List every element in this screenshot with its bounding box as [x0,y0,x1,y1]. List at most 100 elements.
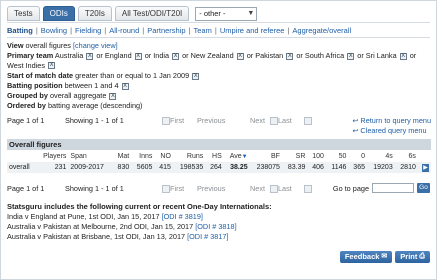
tab-all[interactable]: All Test/ODI/T20I [114,6,190,21]
list-item: India v England at Pune, 1st ODI, Jan 15… [7,212,203,221]
nav-team[interactable]: Team [194,26,212,35]
col-header[interactable]: Runs [173,151,205,162]
list-item: Australia v Pakistan at Melbourne, 2nd O… [7,222,237,231]
goto-label: Go to page [332,183,369,193]
col-header[interactable]: 4s [367,151,395,162]
statsguru-title: Statsguru includes the following current… [7,202,272,211]
next-page-button[interactable]: Next [250,184,265,193]
chevron-down-icon: ▼ [247,10,255,17]
other-select-value: - other - [199,9,226,18]
arrow-left-icon: ↩ [352,118,359,125]
remove-icon[interactable]: X [86,52,94,60]
query-start-date: Start of match date greater than or equa… [7,71,200,80]
query-ordered-by: Ordered by batting average (descending) [7,101,143,110]
col-header-sorted[interactable]: Ave▼ [224,151,250,162]
query-grouped-by: Grouped by overall aggregate X [7,91,117,100]
return-query-menu-link[interactable]: ↩ Return to query menu [353,116,431,126]
next-page-button[interactable]: Next [250,116,265,125]
odi-link[interactable]: [ODI # 3818] [195,222,236,231]
last-page-button[interactable]: Last [270,184,292,194]
previous-page-button[interactable]: Previous [197,184,225,193]
cleared-query-menu-link[interactable]: ↩ Cleared query menu [353,126,431,136]
table-cell[interactable]: ▶ [417,162,431,173]
print-button[interactable]: Print ⎙ [395,251,430,263]
nav-fielding[interactable]: Fielding [75,26,101,35]
table-cell: 365 [348,162,367,173]
stats-table: Players Span Mat Inns NO Runs HS Ave▼ BF… [7,151,431,173]
table-cell: 83.39 [281,162,308,173]
bottom-actions: Feedback ✉ Print ⎙ [339,251,430,263]
goto-page: Go to page Go [333,183,430,193]
col-header[interactable]: 6s [395,151,418,162]
first-page-button[interactable]: First [162,116,184,126]
remove-icon[interactable]: X [236,52,244,60]
table-cell: 2810 [394,162,418,173]
col-header[interactable]: Inns [131,151,154,162]
query-menu-links: ↩ Return to query menu ↩ Cleared query m… [353,116,431,136]
odi-link[interactable]: [ODI # 3817] [187,232,228,241]
remove-icon[interactable]: X [48,62,56,70]
nav-partnership[interactable]: Partnership [147,26,185,35]
remove-icon[interactable]: X [134,52,142,60]
tab-odis[interactable]: ODIs [42,6,75,21]
col-header[interactable]: Players [36,151,68,162]
col-header[interactable]: BF [250,151,282,162]
remove-icon[interactable]: X [121,82,129,90]
nav-umpire[interactable]: Umpire and referee [220,26,285,35]
previous-page-button[interactable]: Previous [197,116,225,125]
remove-icon[interactable]: X [399,52,407,60]
go-button[interactable]: Go [417,183,430,193]
other-select[interactable]: - other - ▼ [195,7,258,21]
arrow-left-icon: ↩ [352,128,359,135]
col-header[interactable]: HS [205,151,224,162]
chat-icon: ✉ [381,253,388,260]
tabs-divider [7,22,430,23]
nav-aggregate[interactable]: Aggregate/overall [292,26,351,35]
first-page-button[interactable]: First [162,184,184,194]
showing-count: Showing 1 - 1 of 1 [65,116,124,125]
remove-icon[interactable]: X [172,52,180,60]
last-page-button[interactable]: Last [270,116,292,126]
feedback-button[interactable]: Feedback ✉ [339,251,393,263]
col-header[interactable]: 100 [307,151,326,162]
tab-tests[interactable]: Tests [7,6,40,21]
col-header [7,151,36,162]
page-count: Page 1 of 1 [7,116,45,125]
nav-batting[interactable]: Batting [7,26,33,35]
showing-count: Showing 1 - 1 of 1 [65,184,124,193]
col-header[interactable]: Mat [113,151,132,162]
remove-icon[interactable]: X [286,52,294,60]
table-cell: 38.25 [223,162,250,173]
subnav-divider [7,37,430,38]
last-page-end-button[interactable] [304,184,312,194]
goto-page-input[interactable] [372,183,414,193]
query-batting-position: Batting position between 1 and 4 X [7,81,129,90]
col-header[interactable]: NO [154,151,173,162]
query-view: View overall figures [change view] [7,41,118,50]
col-header [418,151,431,162]
col-header[interactable]: 50 [326,151,349,162]
sort-desc-icon: ▼ [241,154,248,160]
nav-all-round[interactable]: All-round [109,26,139,35]
nav-bowling[interactable]: Bowling [41,26,67,35]
col-header[interactable]: Span [68,151,112,162]
list-item: Australia v Pakistan at Brisbane, 1st OD… [7,232,229,241]
table-cell: 198535 [172,162,206,173]
odi-link[interactable]: [ODI # 3819] [162,212,203,221]
remove-icon[interactable]: X [192,72,200,80]
table-row: overall 231 2009-2017 830 5605 415 19853… [7,162,431,173]
table-cell: 1146 [325,162,349,173]
tab-t20is[interactable]: T20Is [77,6,112,21]
change-view-link[interactable]: [change view] [73,41,118,50]
remove-icon[interactable]: X [347,52,355,60]
table-cell: 231 [36,162,69,173]
stat-type-nav: Batting | Bowling | Fielding | All-round | P… [7,26,352,35]
remove-icon[interactable]: X [109,92,117,100]
col-header[interactable]: 0 [348,151,367,162]
col-header[interactable]: SR [282,151,307,162]
table-cell: 5605 [131,162,155,173]
table-cell: 830 [112,162,132,173]
table-cell: 238075 [249,162,282,173]
table-cell: overall [7,162,37,173]
last-page-end-button[interactable] [304,116,312,126]
